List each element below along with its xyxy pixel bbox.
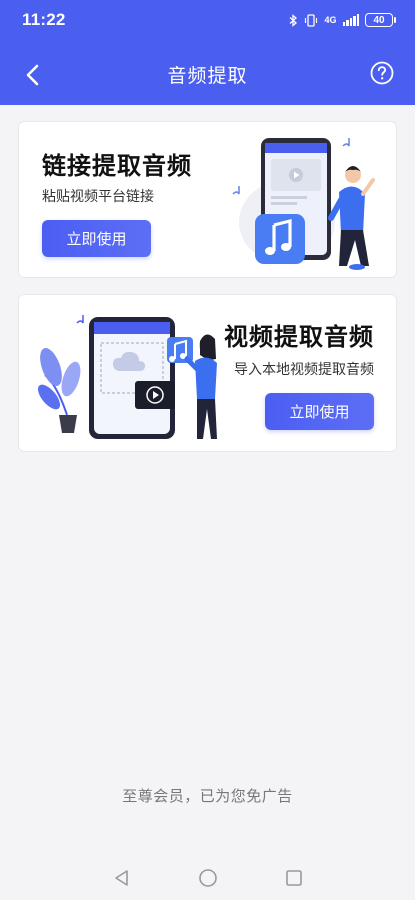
video-extract-card[interactable]: 视频提取音频 导入本地视频提取音频 立即使用 (18, 294, 397, 452)
circle-home-icon (198, 868, 217, 887)
vibrate-icon (305, 13, 318, 27)
network-type-label: 4G (324, 15, 337, 25)
status-icons: 4G 40 (289, 13, 396, 27)
signal-icon (342, 14, 359, 26)
use-now-button[interactable]: 立即使用 (265, 393, 374, 430)
phone-with-music-note-person-illustration (232, 138, 375, 270)
question-circle-icon (370, 61, 394, 85)
status-time: 11:22 (22, 10, 66, 29)
app-bar: 11:22 4G 40 音频提取 (0, 0, 415, 105)
bluetooth-icon (290, 13, 298, 27)
link-extract-card[interactable]: 链接提取音频 粘贴视频平台链接 立即使用 (18, 121, 397, 278)
phone-video-upload-person-illustration (37, 315, 217, 439)
back-button[interactable] (18, 60, 48, 90)
card-subtitle: 导入本地视频提取音频 (234, 362, 374, 378)
status-bar: 11:22 4G 40 (0, 0, 415, 40)
nav-row: 音频提取 (0, 50, 415, 98)
chevron-left-icon (26, 64, 39, 86)
card-subtitle: 粘贴视频平台链接 (42, 189, 154, 205)
vip-ad-free-note: 至尊会员，已为您免广告 (122, 787, 293, 805)
system-navigation-bar (0, 855, 415, 900)
page-title: 音频提取 (167, 64, 248, 87)
card-title: 视频提取音频 (224, 323, 374, 351)
system-back-button[interactable] (110, 866, 134, 890)
battery-level: 40 (373, 14, 385, 26)
system-recents-button[interactable] (282, 866, 306, 890)
use-now-button[interactable]: 立即使用 (42, 220, 151, 257)
square-recents-icon (285, 869, 302, 886)
battery-icon: 40 (365, 13, 396, 27)
triangle-back-icon (114, 869, 128, 886)
help-button[interactable] (369, 60, 395, 86)
system-home-button[interactable] (196, 866, 220, 890)
card-title: 链接提取音频 (42, 152, 192, 180)
